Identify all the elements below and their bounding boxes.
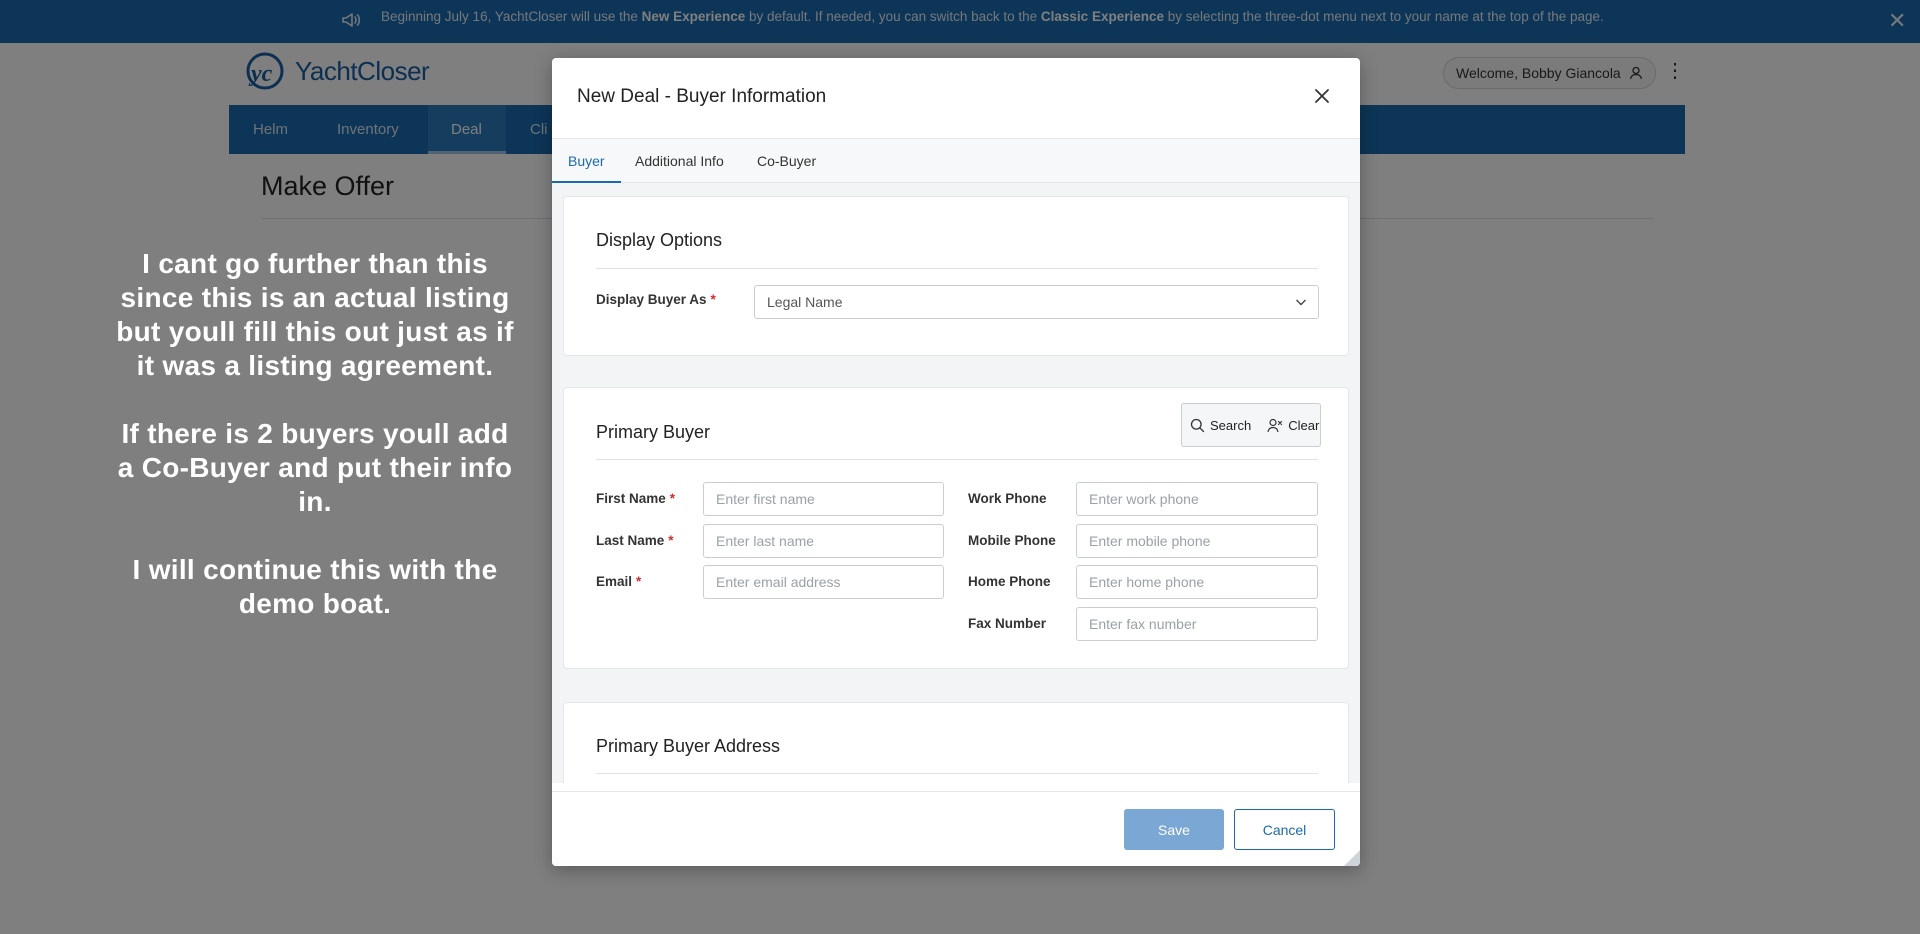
remove-user-icon bbox=[1267, 418, 1283, 432]
clear-button[interactable]: Clear bbox=[1259, 404, 1327, 446]
resize-handle-icon[interactable] bbox=[1340, 846, 1360, 866]
search-label: Search bbox=[1210, 417, 1252, 433]
mobile-phone-input[interactable] bbox=[1076, 524, 1318, 558]
buyer-information-dialog: New Deal - Buyer Information Buyer Addit… bbox=[552, 58, 1360, 866]
home-phone-label: Home Phone bbox=[968, 574, 1051, 589]
select-value: Legal Name bbox=[767, 294, 843, 310]
buyer-actions: Search Clear bbox=[1181, 403, 1321, 447]
dialog-body[interactable]: Display Options Display Buyer As * Legal … bbox=[552, 183, 1360, 783]
divider bbox=[596, 459, 1318, 460]
email-field[interactable] bbox=[703, 565, 944, 599]
divider bbox=[596, 773, 1318, 774]
display-buyer-as-select[interactable]: Legal Name bbox=[754, 285, 1319, 319]
search-icon bbox=[1190, 418, 1205, 432]
last-name-input[interactable] bbox=[703, 524, 944, 558]
first-name-label: First Name * bbox=[596, 491, 676, 506]
caption-paragraph: If there is 2 buyers youll add a Co-Buye… bbox=[117, 418, 513, 517]
chevron-down-icon bbox=[1296, 299, 1306, 306]
email-label: Email * bbox=[596, 574, 642, 589]
dialog-header: New Deal - Buyer Information bbox=[552, 58, 1360, 139]
display-buyer-as-label: Display Buyer As * bbox=[596, 292, 716, 307]
fax-number-input[interactable] bbox=[1076, 607, 1318, 641]
section-title: Display Options bbox=[596, 230, 723, 250]
close-icon[interactable] bbox=[1308, 82, 1336, 110]
work-phone-label: Work Phone bbox=[968, 491, 1047, 506]
mobile-phone-label: Mobile Phone bbox=[968, 533, 1056, 548]
fax-number-label: Fax Number bbox=[968, 616, 1047, 631]
caption-paragraph: I cant go further than this since this i… bbox=[116, 248, 514, 381]
divider bbox=[596, 268, 1318, 269]
last-name-label: Last Name * bbox=[596, 533, 674, 548]
cancel-button[interactable]: Cancel bbox=[1234, 809, 1335, 850]
tab-buyer[interactable]: Buyer bbox=[552, 139, 621, 183]
clear-label: Clear bbox=[1288, 417, 1320, 433]
tab-additional-info[interactable]: Additional Info bbox=[619, 139, 740, 183]
home-phone-input[interactable] bbox=[1076, 565, 1318, 599]
tutorial-caption: I cant go further than this since this i… bbox=[110, 247, 520, 655]
dialog-tabs: Buyer Additional Info Co-Buyer bbox=[552, 139, 1360, 183]
work-phone-input[interactable] bbox=[1076, 482, 1318, 516]
search-button[interactable]: Search bbox=[1182, 404, 1259, 446]
first-name-input[interactable] bbox=[703, 482, 944, 516]
tab-co-buyer[interactable]: Co-Buyer bbox=[741, 139, 832, 183]
primary-buyer-card: Primary Buyer Search Clear First Name * … bbox=[563, 387, 1349, 669]
dialog-title: New Deal - Buyer Information bbox=[577, 86, 827, 107]
caption-paragraph: I will continue this with the demo boat. bbox=[132, 554, 498, 619]
save-button[interactable]: Save bbox=[1124, 809, 1224, 850]
primary-buyer-address-card: Primary Buyer Address bbox=[563, 702, 1349, 783]
display-options-card: Display Options Display Buyer As * Legal … bbox=[563, 196, 1349, 356]
section-title: Primary Buyer bbox=[596, 422, 711, 442]
section-title: Primary Buyer Address bbox=[596, 736, 781, 756]
dialog-footer: Save Cancel bbox=[552, 791, 1360, 866]
